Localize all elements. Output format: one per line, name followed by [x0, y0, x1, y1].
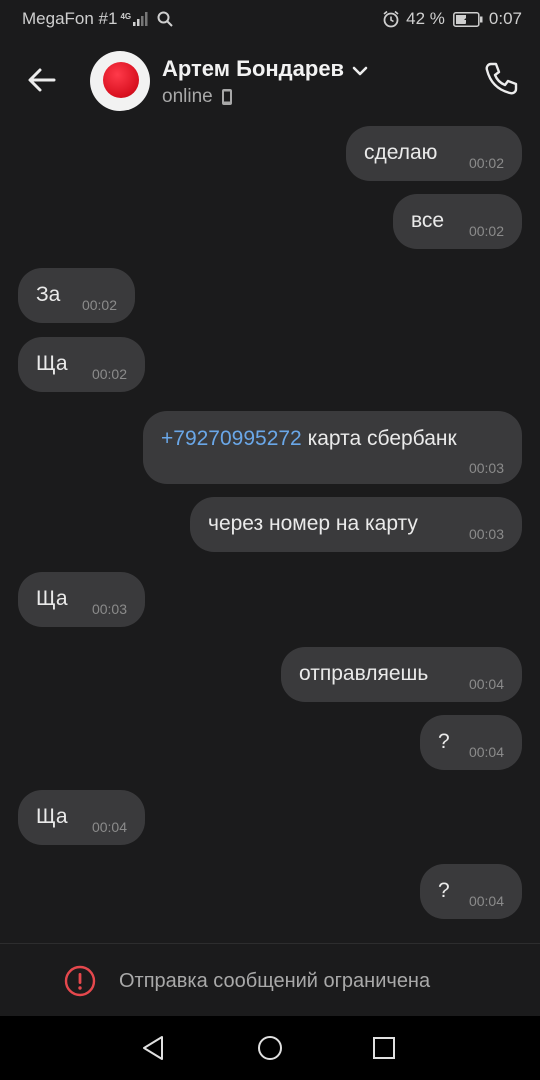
message-bubble-incoming[interactable]: Ща 00:03	[18, 572, 145, 627]
message-text-rest: карта сбербанк	[301, 427, 457, 450]
message-time: 00:04	[91, 819, 127, 835]
avatar[interactable]	[90, 51, 150, 111]
message-time: 00:03	[468, 526, 504, 542]
message-text: Ща	[36, 587, 68, 610]
message-text: За	[36, 283, 61, 306]
message-time: 00:02	[81, 297, 117, 313]
message-bubble-incoming[interactable]: Ща 00:02	[18, 337, 145, 392]
carrier-name: MegaFon #1	[22, 9, 118, 28]
message-bubble-outgoing[interactable]: ? 00:04	[420, 715, 522, 770]
search-icon	[157, 11, 173, 27]
phone-call-icon[interactable]	[482, 60, 520, 98]
message-time: 00:03	[91, 601, 127, 617]
nav-home-icon[interactable]	[256, 1034, 284, 1062]
message-bubble-outgoing[interactable]: через номер на карту 00:03	[190, 497, 522, 552]
message-time: 00:02	[91, 366, 127, 382]
alert-circle-icon	[64, 965, 96, 997]
message-bubble-outgoing[interactable]: ? 00:04	[420, 864, 522, 919]
chat-header: Артем Бондарев online	[0, 38, 540, 120]
alarm-icon	[383, 10, 399, 28]
mobile-device-icon	[221, 89, 232, 105]
message-bubble-outgoing[interactable]: +79270995272 карта сбербанк 00:03	[143, 411, 522, 484]
message-text: +79270995272 карта сбербанк	[161, 427, 457, 451]
network-type: 4G	[120, 12, 132, 21]
message-time: 00:03	[468, 460, 504, 476]
message-text: Ща	[36, 805, 68, 828]
message-time: 00:02	[468, 223, 504, 239]
avatar-image	[103, 62, 139, 98]
message-text: ?	[438, 730, 450, 753]
message-text: сделаю	[364, 141, 438, 164]
contact-name: Артем Бондарев	[162, 56, 345, 81]
signal-icon	[133, 12, 148, 26]
message-bubble-incoming[interactable]: За 00:02	[18, 268, 135, 323]
nav-back-icon[interactable]	[140, 1034, 168, 1062]
restriction-text: Отправка сообщений ограничена	[119, 970, 431, 992]
back-arrow-icon[interactable]	[24, 62, 60, 98]
message-time: 00:04	[468, 676, 504, 692]
message-text: все	[411, 209, 445, 232]
message-time: 00:02	[468, 155, 504, 171]
message-bubble-outgoing[interactable]: все 00:02	[393, 194, 522, 249]
clock: 0:07	[488, 9, 522, 28]
message-text: отправляешь	[299, 662, 429, 685]
contact-status: online	[162, 86, 213, 107]
contact-name-row[interactable]: Артем Бондарев	[162, 56, 368, 82]
message-text: через номер на карту	[208, 512, 418, 535]
message-text: Ща	[36, 352, 68, 375]
message-bubble-incoming[interactable]: Ща 00:04	[18, 790, 145, 845]
message-time: 00:04	[468, 744, 504, 760]
message-text: ?	[438, 879, 450, 902]
message-time: 00:04	[468, 893, 504, 909]
contact-status-row: online	[162, 86, 233, 108]
battery-icon	[452, 11, 483, 27]
status-bar: MegaFon #1 4G 42 % 0:07	[0, 0, 540, 38]
phone-number-link[interactable]: +79270995272	[161, 427, 302, 450]
nav-recents-icon[interactable]	[372, 1036, 396, 1060]
message-bubble-outgoing[interactable]: отправляешь 00:04	[281, 647, 522, 702]
system-navigation-bar	[0, 1016, 540, 1080]
message-bubble-outgoing[interactable]: сделаю 00:02	[346, 126, 522, 181]
messaging-restricted-bar: Отправка сообщений ограничена	[0, 943, 540, 1016]
battery-percent: 42 %	[406, 9, 445, 28]
chevron-down-icon	[352, 66, 368, 76]
